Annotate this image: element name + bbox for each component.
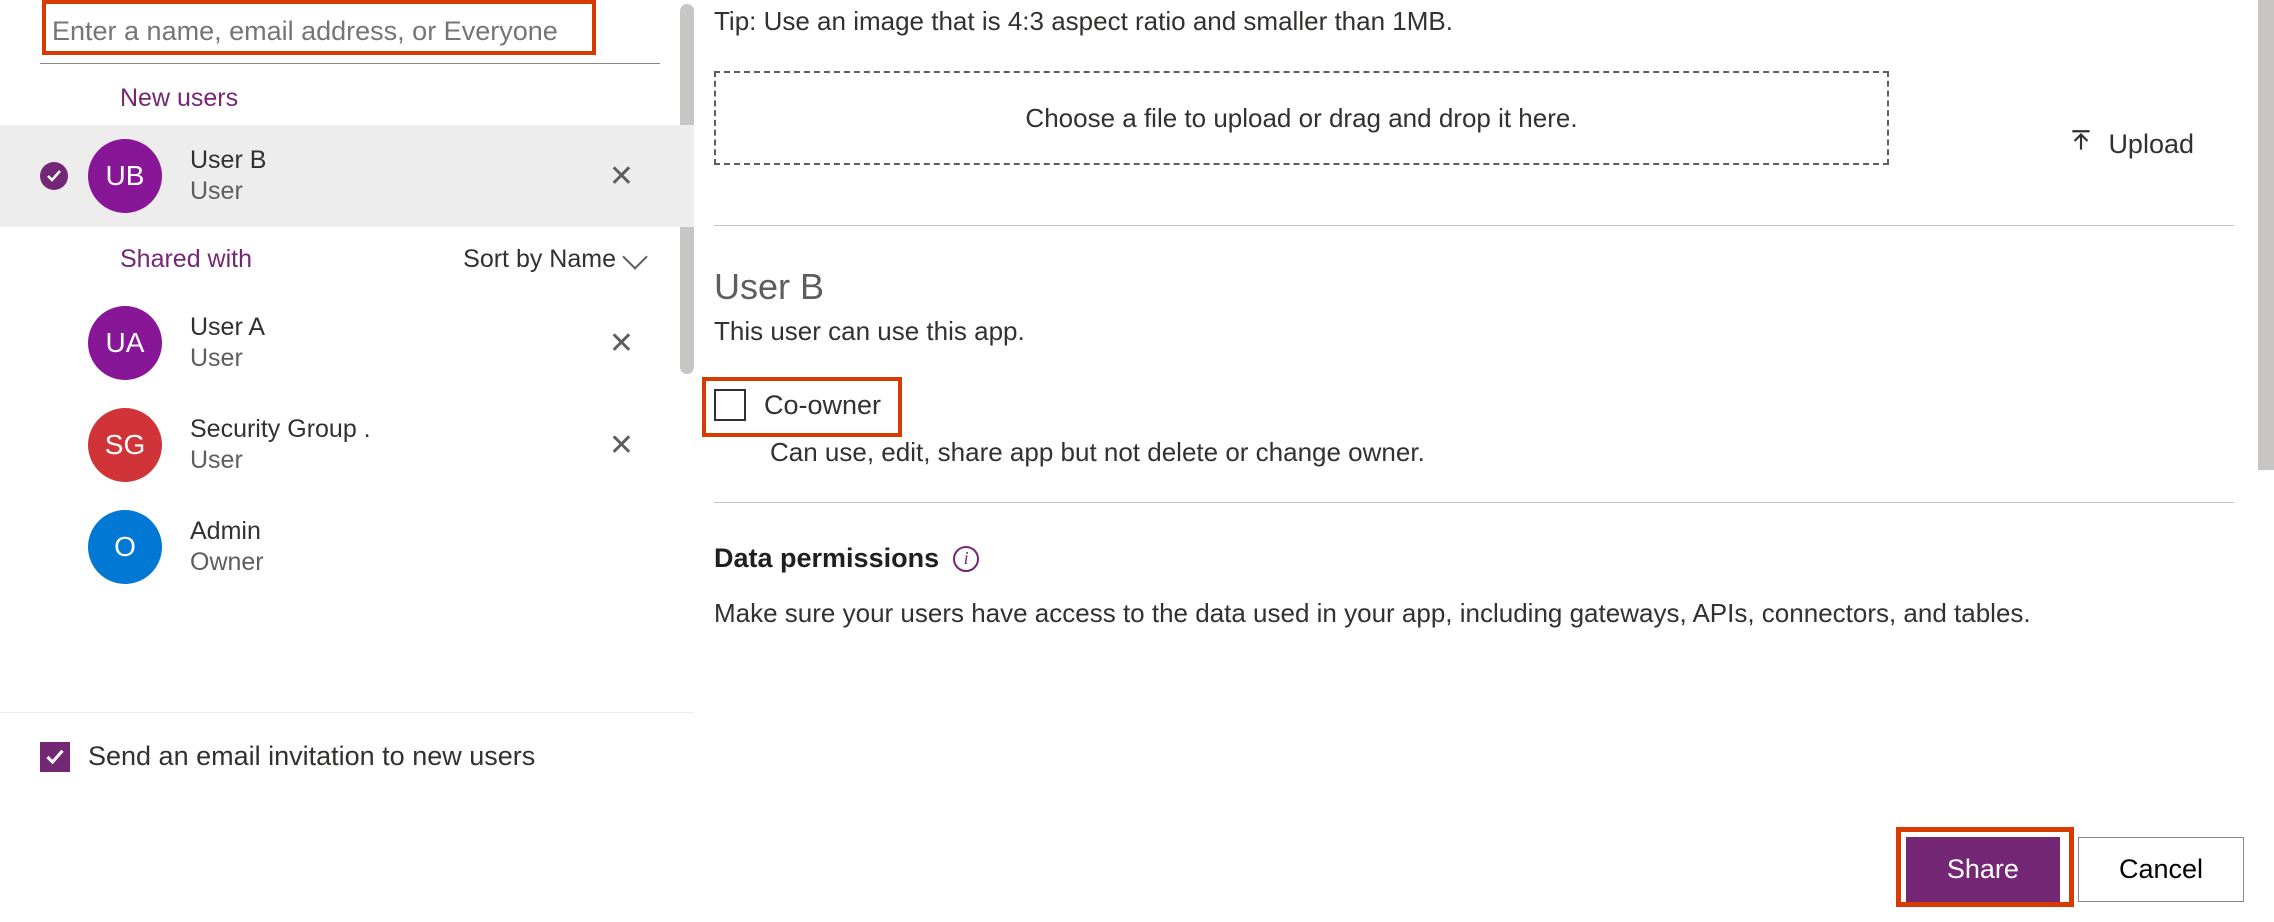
- user-name: User B: [190, 146, 589, 175]
- avatar: UB: [88, 139, 162, 213]
- info-icon[interactable]: i: [953, 546, 979, 572]
- cancel-button[interactable]: Cancel: [2078, 837, 2244, 902]
- avatar: SG: [88, 408, 162, 482]
- user-role: User: [190, 177, 589, 206]
- right-scrollbar[interactable]: [2258, 0, 2274, 470]
- email-invite-row: Send an email invitation to new users: [0, 712, 694, 800]
- check-icon: [40, 162, 68, 190]
- user-name: Security Group .: [190, 415, 589, 444]
- user-name: User A: [190, 313, 589, 342]
- selected-user-name: User B: [714, 266, 2234, 308]
- sort-label: Sort by Name: [463, 245, 616, 274]
- sort-button[interactable]: Sort by Name: [463, 245, 644, 274]
- upload-button[interactable]: Upload: [2068, 128, 2194, 161]
- remove-icon[interactable]: ✕: [589, 428, 654, 463]
- user-role: User: [190, 344, 589, 373]
- dialog-buttons: Share Cancel: [1906, 837, 2244, 902]
- coowner-label: Co-owner: [764, 390, 881, 421]
- new-users-heading: New users: [0, 64, 694, 125]
- user-name: Admin: [190, 517, 654, 546]
- user-row[interactable]: SG Security Group . User ✕: [0, 394, 694, 496]
- tip-text: Tip: Use an image that is 4:3 aspect rat…: [714, 6, 2234, 37]
- divider: [714, 502, 2234, 503]
- coowner-checkbox[interactable]: [714, 389, 746, 421]
- email-invite-checkbox[interactable]: [40, 742, 70, 772]
- selected-user-desc: This user can use this app.: [714, 316, 2234, 347]
- avatar: UA: [88, 306, 162, 380]
- search-input[interactable]: [40, 8, 600, 55]
- upload-icon: [2068, 128, 2094, 161]
- user-row-selected[interactable]: UB User B User ✕: [0, 125, 694, 227]
- share-button[interactable]: Share: [1906, 837, 2060, 902]
- details-panel: Tip: Use an image that is 4:3 aspect rat…: [694, 0, 2274, 800]
- upload-label: Upload: [2108, 129, 2194, 160]
- user-role: User: [190, 446, 589, 475]
- user-row[interactable]: UA User A User ✕: [0, 292, 694, 394]
- user-row[interactable]: O Admin Owner: [0, 496, 694, 598]
- chevron-down-icon: [622, 244, 647, 269]
- data-permissions-desc: Make sure your users have access to the …: [714, 598, 2234, 629]
- remove-icon[interactable]: ✕: [589, 159, 654, 194]
- shared-with-heading: Shared with: [120, 245, 252, 274]
- avatar: O: [88, 510, 162, 584]
- upload-dropzone[interactable]: Choose a file to upload or drag and drop…: [714, 71, 1889, 165]
- data-permissions-heading: Data permissions: [714, 543, 939, 574]
- user-role: Owner: [190, 548, 654, 577]
- people-panel: New users UB User B User ✕ Shared with S…: [0, 0, 694, 800]
- email-invite-label: Send an email invitation to new users: [88, 741, 535, 772]
- coowner-desc: Can use, edit, share app but not delete …: [770, 437, 2234, 468]
- remove-icon[interactable]: ✕: [589, 326, 654, 361]
- divider: [714, 225, 2234, 226]
